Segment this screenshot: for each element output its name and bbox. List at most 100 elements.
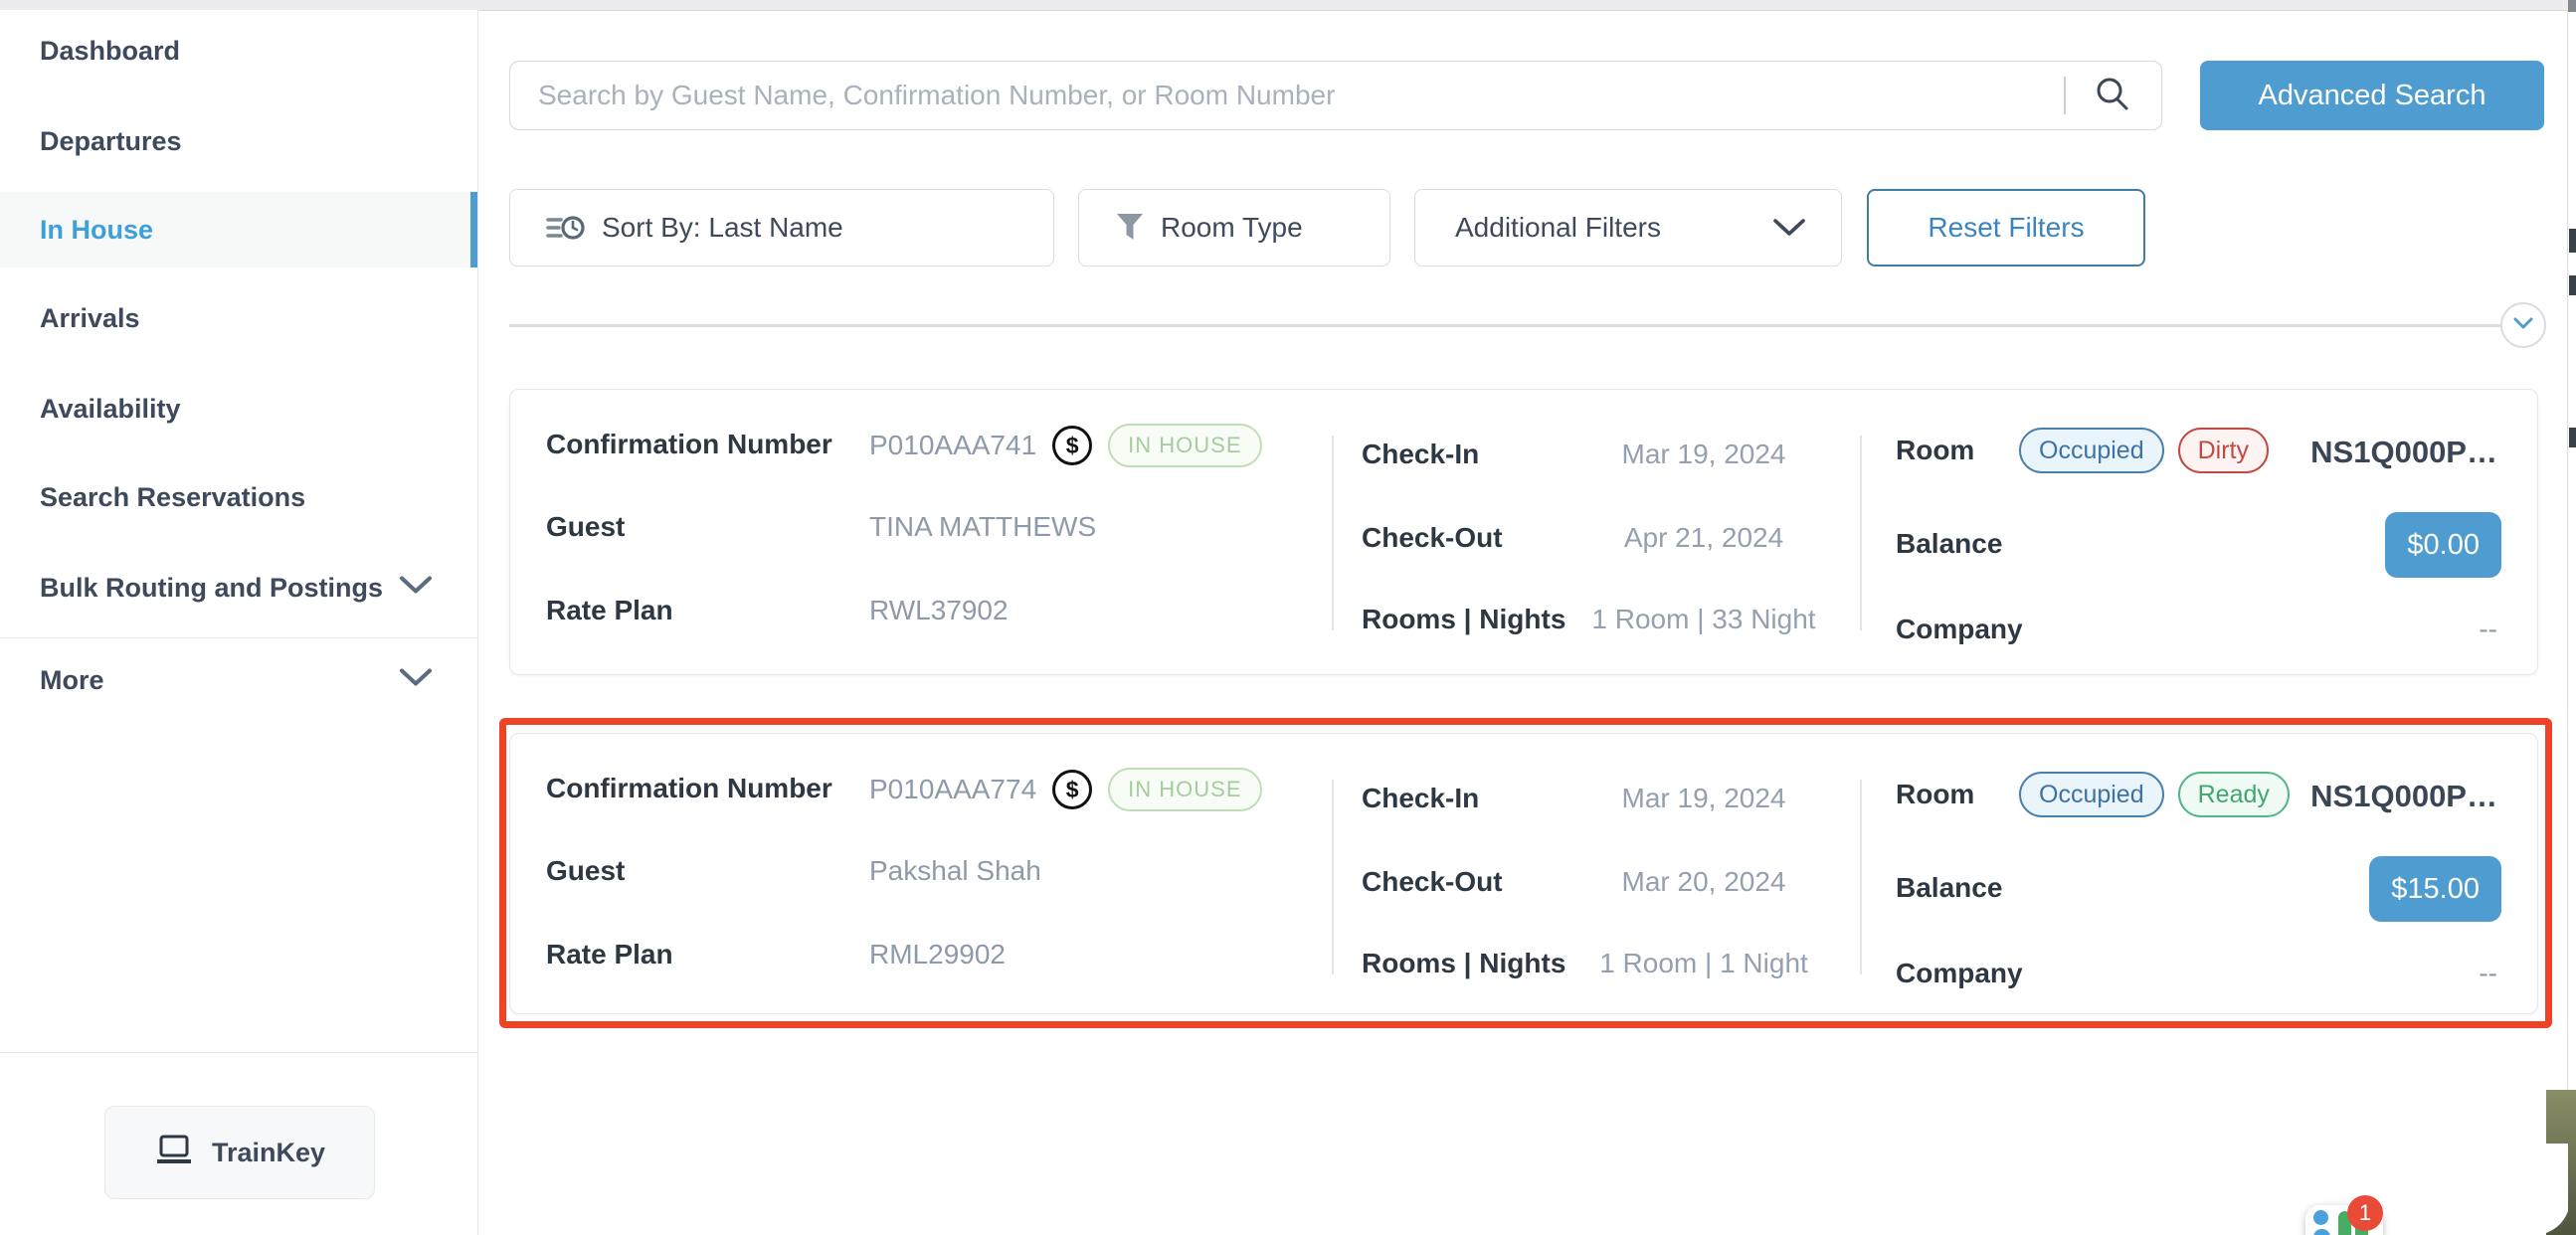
chevron-down-icon (399, 576, 433, 601)
trainkey-label: TrainKey (212, 1138, 325, 1168)
chevron-down-icon (1771, 217, 1807, 239)
chevron-down-icon (2512, 316, 2534, 335)
check-out-label: Check-Out (1362, 522, 1503, 554)
room-number-value: NS1Q000P… (2310, 435, 2497, 470)
balance-amount-button[interactable]: $15.00 (2369, 856, 2501, 922)
status-badge: IN HOUSE (1108, 424, 1261, 467)
sidebar-item-dashboard[interactable]: Dashboard (0, 13, 477, 88)
sidebar-item-bulk-routing[interactable]: Bulk Routing and Postings (0, 550, 477, 625)
sidebar-item-label: Departures (40, 126, 182, 157)
company-value: -- (2479, 614, 2497, 645)
sidebar-item-arrivals[interactable]: Arrivals (0, 280, 477, 356)
check-out-value: Mar 20, 2024 (1545, 866, 1863, 898)
sidebar-item-label: Arrivals (40, 303, 140, 334)
check-out-value: Apr 21, 2024 (1545, 522, 1863, 554)
dollar-circle-icon[interactable]: $ (1052, 770, 1092, 809)
rate-plan-value: RML29902 (869, 939, 1006, 970)
card-divider (1332, 436, 1334, 630)
guest-value: Pakshal Shah (869, 855, 1041, 887)
confirmation-number-value: P010AAA774 (869, 774, 1036, 805)
reservation-card[interactable]: Confirmation Number P010AAA741 $ IN HOUS… (509, 389, 2538, 675)
sidebar-item-more[interactable]: More (0, 642, 477, 718)
window-rounded-corner (2447, 1144, 2570, 1235)
company-label: Company (1896, 958, 2023, 989)
highlighted-card-outline: Confirmation Number P010AAA774 $ IN HOUS… (499, 718, 2552, 1028)
chevron-down-icon (399, 668, 433, 693)
room-number-value: NS1Q000P… (2310, 779, 2497, 814)
rooms-nights-label: Rooms | Nights (1362, 948, 1565, 979)
notification-count-badge: 1 (2347, 1195, 2383, 1231)
room-status-badge: Occupied (2019, 772, 2164, 817)
reset-filters-label: Reset Filters (1928, 212, 2084, 244)
guest-value: TINA MATTHEWS (869, 511, 1096, 543)
sidebar-footer-divider (0, 1052, 477, 1053)
sidebar-divider (0, 637, 477, 638)
widget-logo-dot (2313, 1210, 2328, 1225)
rate-plan-label: Rate Plan (546, 595, 673, 626)
confirmation-number-label: Confirmation Number (546, 773, 832, 804)
room-status-badges: Occupied Dirty (2019, 428, 2269, 473)
company-label: Company (1896, 614, 2023, 645)
scrollbar-track[interactable] (2567, 12, 2568, 1235)
sidebar-item-search-reservations[interactable]: Search Reservations (0, 459, 477, 535)
app-screen: Dashboard Departures In House Arrivals A… (0, 0, 2576, 1235)
reservation-card[interactable]: Confirmation Number P010AAA774 $ IN HOUS… (509, 733, 2538, 1014)
balance-label: Balance (1896, 528, 2002, 560)
advanced-search-button[interactable]: Advanced Search (2200, 61, 2544, 130)
desktop-background-edge (2568, 1090, 2576, 1235)
dollar-circle-icon[interactable]: $ (1052, 426, 1092, 465)
trainkey-button[interactable]: TrainKey (104, 1106, 375, 1199)
sort-by-label: Sort By: Last Name (602, 212, 843, 244)
sidebar-item-label: Bulk Routing and Postings (40, 573, 383, 604)
room-type-filter-button[interactable]: Room Type (1078, 189, 1390, 266)
widget-logo-bar (2313, 1229, 2330, 1235)
sidebar-item-in-house[interactable]: In House (0, 192, 477, 267)
room-label: Room (1896, 435, 1974, 466)
search-box (509, 61, 2162, 130)
edge-artifact (2569, 428, 2576, 447)
balance-label: Balance (1896, 872, 2002, 904)
edge-artifact (2569, 229, 2576, 253)
additional-filters-dropdown[interactable]: Additional Filters (1414, 189, 1842, 266)
list-divider (509, 324, 2506, 327)
rooms-nights-label: Rooms | Nights (1362, 604, 1565, 635)
rooms-nights-value: 1 Room | 1 Night (1545, 948, 1863, 979)
sort-by-button[interactable]: Sort By: Last Name (509, 189, 1054, 266)
check-in-value: Mar 19, 2024 (1545, 439, 1863, 470)
sidebar-item-label: Availability (40, 394, 181, 425)
rooms-nights-value: 1 Room | 33 Night (1545, 604, 1863, 635)
status-badge: IN HOUSE (1108, 768, 1261, 811)
sidebar-item-departures[interactable]: Departures (0, 103, 477, 179)
sidebar-item-availability[interactable]: Availability (0, 371, 477, 446)
collapse-list-button[interactable] (2500, 302, 2546, 348)
edge-artifact (2569, 275, 2576, 295)
search-input[interactable] (509, 61, 2162, 130)
company-value: -- (2479, 958, 2497, 989)
guest-label: Guest (546, 855, 625, 887)
rate-plan-label: Rate Plan (546, 939, 673, 970)
funnel-icon (1115, 212, 1145, 244)
confirmation-number-value: P010AAA741 (869, 430, 1036, 461)
housekeeping-status-badge: Dirty (2178, 428, 2269, 473)
confirmation-row: P010AAA774 $ IN HOUSE (869, 762, 1262, 817)
sidebar-item-label: Search Reservations (40, 482, 305, 513)
card-divider (1332, 780, 1334, 974)
housekeeping-status-badge: Ready (2178, 772, 2290, 817)
check-in-value: Mar 19, 2024 (1545, 783, 1863, 814)
room-status-badge: Occupied (2019, 428, 2164, 473)
guest-label: Guest (546, 511, 625, 543)
sort-clock-icon (546, 211, 586, 245)
laptop-icon (154, 1134, 194, 1172)
reset-filters-button[interactable]: Reset Filters (1867, 189, 2145, 266)
sidebar-item-label: In House (40, 215, 153, 246)
room-label: Room (1896, 779, 1974, 810)
check-in-label: Check-In (1362, 783, 1479, 814)
search-icon[interactable] (2093, 75, 2132, 119)
room-type-label: Room Type (1161, 212, 1303, 244)
check-out-label: Check-Out (1362, 866, 1503, 898)
rate-plan-value: RWL37902 (869, 595, 1009, 626)
confirmation-row: P010AAA741 $ IN HOUSE (869, 418, 1262, 473)
sidebar-item-label: Dashboard (40, 36, 180, 67)
balance-amount-button[interactable]: $0.00 (2385, 512, 2501, 578)
confirmation-number-label: Confirmation Number (546, 429, 832, 460)
